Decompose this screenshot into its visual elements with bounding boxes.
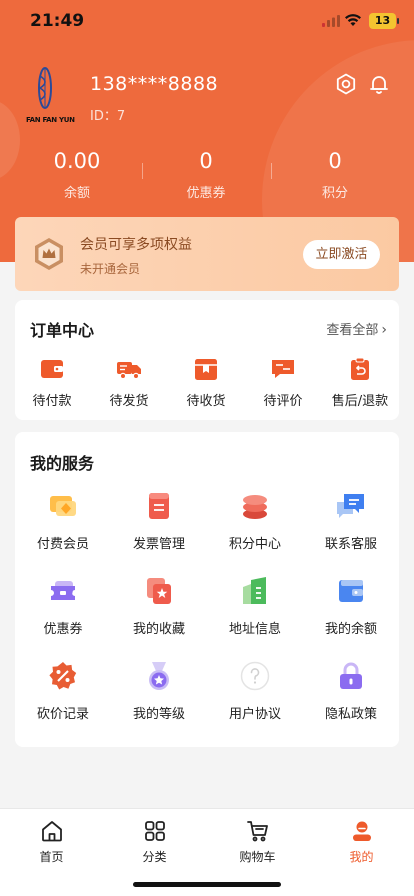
battery-icon: 13	[369, 13, 396, 29]
see-all-orders-link[interactable]: 查看全部 ›	[326, 319, 387, 338]
service-label: 地址信息	[228, 622, 281, 637]
service-label: 我的收藏	[132, 622, 185, 637]
service-invoice-management[interactable]: 发票管理	[111, 490, 207, 552]
my-services-title: 我的服务	[30, 454, 95, 473]
user-icon	[352, 821, 371, 841]
tab-label: 首页	[39, 850, 64, 864]
order-label: 待收货	[186, 394, 226, 409]
service-label: 隐私政策	[324, 707, 377, 722]
review-icon	[272, 360, 294, 378]
service-contact-support[interactable]: 联系客服	[303, 490, 399, 552]
order-label: 待付款	[32, 394, 72, 409]
vip-subtitle: 未开通会员	[80, 262, 141, 276]
bell-icon[interactable]	[367, 72, 391, 96]
tab-label: 我的	[349, 850, 374, 864]
question-icon	[240, 661, 270, 691]
home-indicator	[133, 882, 281, 887]
points-coins-icon	[243, 495, 267, 519]
service-address-info[interactable]: 地址信息	[207, 575, 303, 637]
service-label: 付费会员	[36, 537, 89, 552]
coupon-icon	[51, 581, 75, 600]
service-my-favorites[interactable]: 我的收藏	[111, 575, 207, 637]
chevron-right-icon: ›	[381, 322, 387, 338]
service-paid-membership[interactable]: 付费会员	[15, 490, 111, 552]
lock-icon	[340, 662, 362, 689]
order-label: 待发货	[109, 394, 149, 409]
invoice-icon	[149, 493, 169, 519]
user-phone[interactable]: 138****8888	[90, 73, 218, 95]
service-label: 砍价记录	[36, 707, 89, 722]
my-services-card: 我的服务 付费会员 发票管理 积分中心 联系客服 优惠券 我的收藏 地址信息 我…	[15, 432, 399, 747]
order-center-card: 订单中心 查看全部 › 待付款 待发货 待收货 待评价 售后/退款	[15, 300, 399, 420]
order-label: 售后/退款	[331, 394, 389, 409]
chat-bubble-icon	[337, 494, 364, 518]
membership-card-icon	[50, 496, 76, 516]
service-label: 用户协议	[228, 707, 281, 722]
see-all-label: 查看全部	[326, 323, 379, 338]
wifi-icon	[345, 14, 361, 26]
tab-cart[interactable]: 购物车	[206, 819, 309, 865]
service-bargain-records[interactable]: 砍价记录	[15, 660, 111, 722]
tab-label: 购物车	[239, 850, 276, 864]
tab-home[interactable]: 首页	[0, 819, 103, 865]
stat-label: 余额	[63, 186, 90, 201]
stat-label: 积分	[321, 186, 348, 201]
truck-icon	[117, 362, 141, 380]
service-label: 积分中心	[228, 537, 281, 552]
service-my-balance[interactable]: 我的余额	[303, 575, 399, 637]
order-center-title: 订单中心	[30, 321, 95, 340]
grid-icon	[144, 821, 165, 841]
service-label: 我的余额	[324, 622, 377, 637]
order-pending-receipt[interactable]: 待收货	[168, 356, 244, 409]
wallet-icon	[41, 360, 63, 378]
stat-coupons[interactable]: 0 优惠券	[144, 148, 268, 201]
service-coupons[interactable]: 优惠券	[15, 575, 111, 637]
discount-badge-icon	[49, 662, 77, 690]
service-label: 我的等级	[132, 707, 185, 722]
order-pending-payment[interactable]: 待付款	[14, 356, 90, 409]
service-label: 发票管理	[132, 537, 185, 552]
order-label: 待评价	[263, 394, 303, 409]
vip-banner[interactable]: 会员可享多项权益 未开通会员 立即激活	[15, 217, 399, 291]
stat-points[interactable]: 0 积分	[273, 148, 397, 201]
building-icon	[243, 577, 266, 604]
battery-tip	[397, 18, 399, 24]
order-pending-review[interactable]: 待评价	[245, 356, 321, 409]
stat-label: 优惠券	[186, 186, 226, 201]
favorite-star-icon	[147, 578, 171, 604]
stat-value: 0	[199, 149, 213, 173]
service-privacy-policy[interactable]: 隐私政策	[303, 660, 399, 722]
signal-icon	[322, 15, 340, 27]
balance-wallet-icon	[339, 580, 363, 602]
package-icon	[195, 359, 217, 380]
settings-gear-icon[interactable]	[334, 72, 358, 96]
crown-badge-icon	[35, 238, 63, 270]
stat-value: 0.00	[53, 149, 101, 173]
stat-divider	[142, 163, 143, 179]
activate-vip-button[interactable]: 立即激活	[303, 240, 380, 269]
tab-mine[interactable]: 我的	[310, 819, 413, 865]
service-label: 联系客服	[324, 537, 377, 552]
refund-icon	[351, 357, 369, 380]
order-pending-shipment[interactable]: 待发货	[91, 356, 167, 409]
brand-logo-text: FAN FAN YUN	[26, 116, 75, 124]
tab-category[interactable]: 分类	[103, 819, 206, 865]
stat-balance[interactable]: 0.00 余额	[15, 148, 139, 201]
status-bar: 21:49 13	[0, 0, 414, 44]
home-icon	[41, 821, 62, 842]
service-points-center[interactable]: 积分中心	[207, 490, 303, 552]
service-my-level[interactable]: 我的等级	[111, 660, 207, 722]
cart-icon	[246, 821, 268, 842]
order-after-sales-refund[interactable]: 售后/退款	[322, 356, 398, 409]
service-user-agreement[interactable]: 用户协议	[207, 660, 303, 722]
medal-icon	[149, 662, 169, 690]
status-time: 21:49	[30, 11, 85, 31]
tab-label: 分类	[142, 850, 167, 864]
stat-value: 0	[328, 149, 342, 173]
service-label: 优惠券	[43, 622, 83, 637]
stat-divider	[271, 163, 272, 179]
vip-title: 会员可享多项权益	[80, 237, 192, 253]
user-id: ID：7	[90, 109, 126, 124]
